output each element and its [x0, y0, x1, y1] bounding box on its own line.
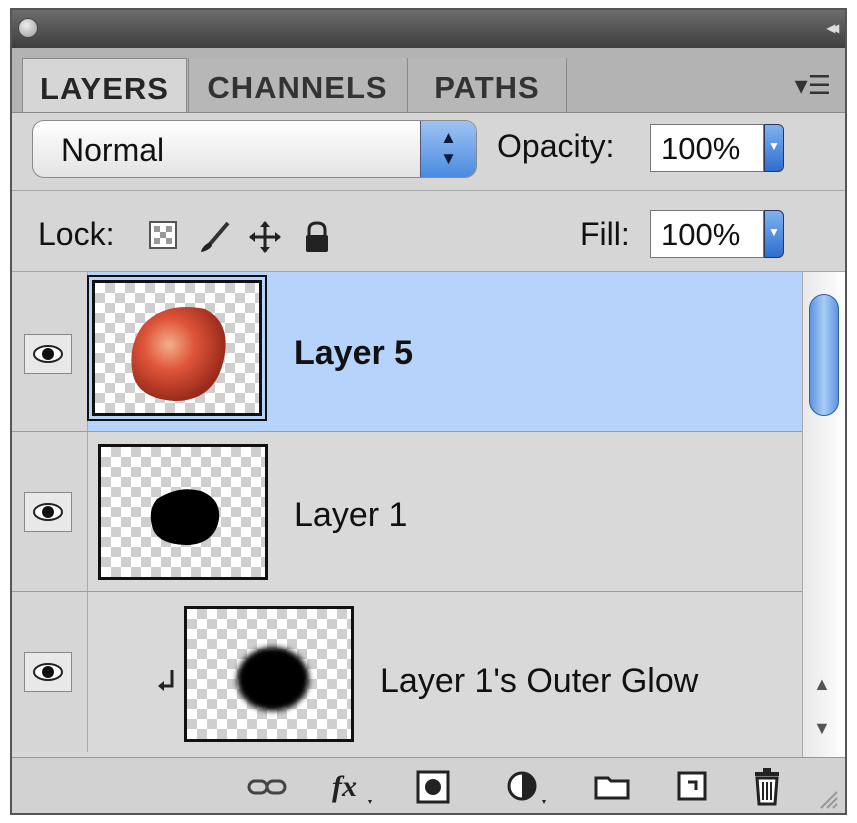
layer-row-layer-5[interactable]: Layer 5 [12, 272, 802, 432]
tab-layers[interactable]: LAYERS [22, 58, 187, 112]
layer-list: Layer 5 Layer 1 Layer 1's Outer Glow [12, 272, 802, 757]
layer-mask-icon[interactable] [416, 770, 450, 804]
transparency-lock-icon[interactable] [148, 220, 178, 250]
lock-label: Lock: [38, 216, 115, 252]
eye-icon[interactable] [24, 492, 72, 532]
svg-text:fx: fx [332, 770, 357, 803]
apple-thumbnail [131, 307, 226, 401]
select-arrows-icon[interactable]: ▲ ▼ [420, 121, 476, 177]
visibility-column [12, 432, 88, 591]
blend-mode-select[interactable]: Normal ▲ ▼ [32, 120, 477, 178]
scroll-down-icon[interactable]: ▼ [813, 718, 831, 739]
panel-titlebar[interactable]: ◂◂ [12, 10, 845, 48]
scroll-thumb[interactable] [809, 294, 839, 416]
layers-panel: ◂◂ LAYERS CHANNELS PATHS ▾☰ Normal ▲ ▼ Op… [10, 8, 847, 815]
visibility-column [12, 592, 88, 752]
opacity-label: Opacity: [497, 128, 615, 164]
tab-bar: LAYERS CHANNELS PATHS ▾☰ [12, 48, 845, 113]
panel-menu-icon[interactable]: ▾☰ [795, 70, 831, 101]
new-layer-icon[interactable] [676, 770, 708, 802]
fx-icon[interactable]: fx [330, 768, 376, 808]
paint-brush-icon[interactable] [198, 220, 232, 254]
collapse-icon[interactable]: ◂◂ [827, 18, 839, 38]
vertical-scrollbar[interactable]: ▲ ▼ [802, 272, 845, 757]
divider [12, 190, 845, 191]
layer-name[interactable]: Layer 5 [294, 334, 413, 373]
move-icon[interactable] [248, 220, 282, 254]
fill-input[interactable]: 100% [650, 210, 764, 258]
trash-icon[interactable] [752, 766, 782, 806]
tab-paths[interactable]: PATHS [407, 58, 567, 112]
opacity-dropdown-icon[interactable]: ▼ [764, 124, 784, 172]
group-folder-icon[interactable] [594, 772, 630, 800]
clipping-arrow-icon [158, 670, 174, 691]
link-icon[interactable] [247, 776, 287, 798]
layer-thumbnail[interactable] [98, 444, 268, 580]
eye-icon[interactable] [24, 334, 72, 374]
layer-row-outer-glow[interactable]: Layer 1's Outer Glow [12, 592, 802, 752]
opacity-input[interactable]: 100% [650, 124, 764, 172]
padlock-icon[interactable] [302, 220, 332, 254]
blend-mode-value: Normal [61, 132, 165, 168]
blurred-blob-thumbnail [237, 647, 309, 711]
eye-icon[interactable] [24, 652, 72, 692]
visibility-column [12, 272, 88, 431]
black-blob-thumbnail [150, 489, 220, 545]
layer-name[interactable]: Layer 1's Outer Glow [380, 662, 698, 701]
adjustment-layer-icon[interactable] [506, 770, 550, 806]
fill-label: Fill: [580, 216, 630, 252]
fill-dropdown-icon[interactable]: ▼ [764, 210, 784, 258]
tab-channels[interactable]: CHANNELS [188, 58, 406, 112]
scroll-up-icon[interactable]: ▲ [813, 674, 831, 695]
close-panel-icon[interactable] [18, 18, 38, 38]
layer-thumbnail[interactable] [184, 606, 354, 742]
panel-footer: fx [12, 757, 845, 813]
layer-thumbnail[interactable] [87, 275, 267, 421]
layer-row-layer-1[interactable]: Layer 1 [12, 432, 802, 592]
layer-name[interactable]: Layer 1 [294, 496, 407, 535]
resize-grip-icon[interactable] [817, 788, 839, 810]
